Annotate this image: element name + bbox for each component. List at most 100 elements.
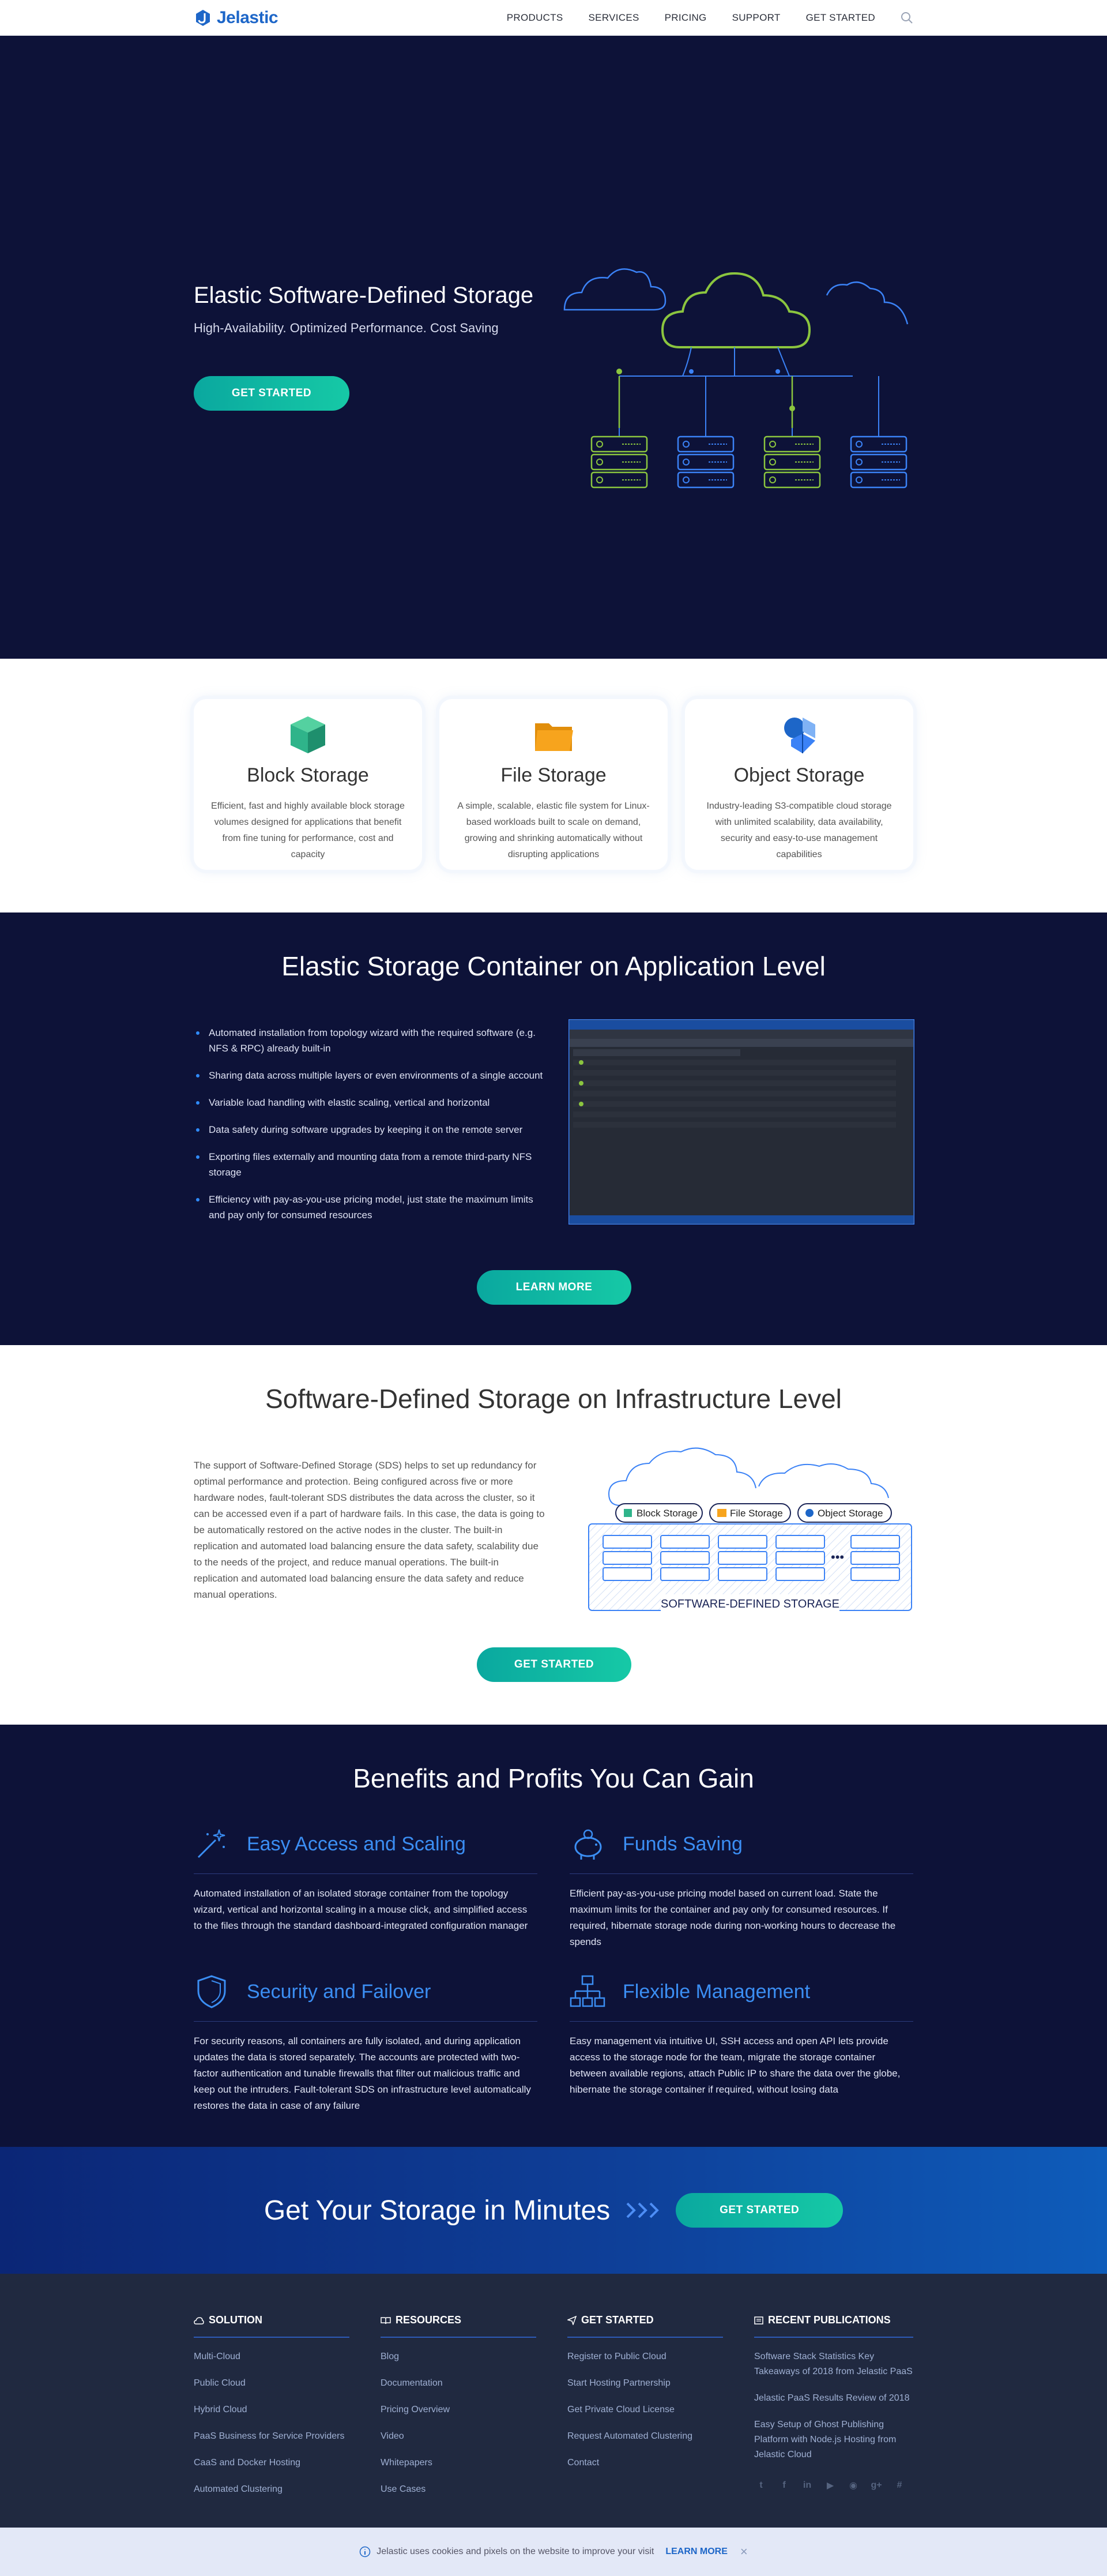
folder-icon xyxy=(535,723,573,751)
jelastic-logo[interactable]: Jelastic xyxy=(194,8,278,28)
youtube-icon[interactable]: ▶ xyxy=(823,2479,837,2492)
footer-link[interactable]: Video xyxy=(381,2429,536,2444)
footer-column-publications: RECENT PUBLICATIONS Software Stack Stati… xyxy=(754,2314,913,2492)
nav-pricing[interactable]: PRICING xyxy=(665,12,707,24)
file-storage-card[interactable]: File Storage A simple, scalable, elastic… xyxy=(439,699,668,870)
card-text: Industry-leading S3-compatible cloud sto… xyxy=(706,801,892,859)
card-text: Efficient, fast and highly available blo… xyxy=(211,801,405,859)
footer-publication-link[interactable]: Software Stack Statistics Key Takeaways … xyxy=(754,2349,913,2379)
rss-icon[interactable]: ◉ xyxy=(846,2479,860,2492)
application-level-section: Elastic Storage Container on Application… xyxy=(0,913,1107,1345)
shield-icon xyxy=(197,1975,226,2008)
dashboard-screenshot xyxy=(568,1019,914,1225)
card-title: File Storage xyxy=(500,764,607,786)
infra-description: The support of Software-Defined Storage … xyxy=(194,1460,545,1600)
benefit-text: Automated installation of an isolated st… xyxy=(194,1888,528,1931)
diagram-label: Block Storage xyxy=(637,1508,698,1519)
list-item: Variable load handling with elastic scal… xyxy=(194,1095,545,1110)
object-storage-card[interactable]: Object Storage Industry-leading S3-compa… xyxy=(685,699,913,870)
footer-link[interactable]: Blog xyxy=(381,2349,536,2364)
search-icon[interactable] xyxy=(901,12,913,24)
logo-text: Jelastic xyxy=(217,8,278,27)
cta-get-started-button[interactable]: GET STARTED xyxy=(676,2193,844,2228)
nav-get-started[interactable]: GET STARTED xyxy=(806,12,875,24)
benefit-management: Flexible Management Easy management via … xyxy=(570,1974,913,2098)
benefit-title: Flexible Management xyxy=(623,1980,811,2003)
footer-link[interactable]: Hybrid Cloud xyxy=(194,2402,349,2417)
footer-heading: GET STARTED xyxy=(581,2314,654,2326)
footer-link[interactable]: Documentation xyxy=(381,2376,536,2391)
cta-title: Get Your Storage in Minutes xyxy=(263,2195,611,2226)
infrastructure-level-section: Software-Defined Storage on Infrastructu… xyxy=(0,1345,1107,1725)
benefit-funds-saving: Funds Saving Efficient pay-as-you-use pr… xyxy=(570,1826,913,1950)
benefit-easy-access: Easy Access and Scaling Automated instal… xyxy=(194,1826,537,1934)
section-title: Elastic Storage Container on Application… xyxy=(281,951,826,981)
slack-icon[interactable]: # xyxy=(893,2479,906,2492)
cookie-learn-more-link[interactable]: LEARN MORE xyxy=(665,2547,728,2557)
footer-publication-link[interactable]: Jelastic PaaS Results Review of 2018 xyxy=(754,2391,913,2406)
benefits-section: Benefits and Profits You Can Gain Easy A… xyxy=(0,1725,1107,2147)
info-icon xyxy=(359,2546,371,2558)
footer-link[interactable]: Automated Clustering xyxy=(194,2482,349,2497)
footer-link[interactable]: Pricing Overview xyxy=(381,2402,536,2417)
footer-link[interactable]: Contact xyxy=(567,2455,723,2470)
hero-get-started-button[interactable]: GET STARTED xyxy=(194,376,349,411)
footer-column-get-started: GET STARTED Register to Public Cloud Sta… xyxy=(567,2314,723,2470)
sds-diagram: Block Storage File Storage Object Storag… xyxy=(588,1447,912,1612)
cookie-text: Jelastic uses cookies and pixels on the … xyxy=(376,2547,654,2556)
jelastic-logo-icon xyxy=(196,10,210,26)
benefit-title: Easy Access and Scaling xyxy=(247,1833,466,1855)
block-storage-card[interactable]: Block Storage Efficient, fast and highly… xyxy=(194,699,422,870)
diagram-label: Object Storage xyxy=(818,1508,883,1519)
nav-support[interactable]: SUPPORT xyxy=(732,12,781,24)
benefit-text: Efficient pay-as-you-use pricing model b… xyxy=(570,1888,896,1947)
list-item: Exporting files externally and mounting … xyxy=(194,1149,545,1180)
benefit-security: Security and Failover For security reaso… xyxy=(194,1974,537,2114)
nav-services[interactable]: SERVICES xyxy=(589,12,639,24)
learn-more-button[interactable]: LEARN MORE xyxy=(477,1270,631,1305)
footer-heading: RECENT PUBLICATIONS xyxy=(768,2314,891,2326)
cube-icon xyxy=(291,716,325,753)
google-plus-icon[interactable]: g+ xyxy=(869,2479,883,2492)
list-item: Efficiency with pay-as-you-use pricing m… xyxy=(194,1192,545,1223)
object-storage-label: Object Storage xyxy=(797,1503,892,1523)
diagram-caption: SOFTWARE-DEFINED STORAGE xyxy=(661,1598,839,1610)
social-links: t f in ▶ ◉ g+ # xyxy=(754,2479,913,2492)
linkedin-icon[interactable]: in xyxy=(800,2479,814,2492)
magic-wand-icon xyxy=(197,1829,225,1858)
server-stack-3 xyxy=(763,435,821,489)
hero-title: Elastic Software-Defined Storage xyxy=(194,283,534,308)
infra-get-started-button[interactable]: GET STARTED xyxy=(477,1647,631,1682)
top-navigation: Jelastic PRODUCTS SERVICES PRICING SUPPO… xyxy=(0,0,1107,36)
list-item: Data safety during software upgrades by … xyxy=(194,1122,545,1137)
facebook-icon[interactable]: f xyxy=(777,2479,791,2492)
footer-link[interactable]: Start Hosting Partnership xyxy=(567,2376,723,2391)
nav-products[interactable]: PRODUCTS xyxy=(507,12,563,24)
footer-link[interactable]: Register to Public Cloud xyxy=(567,2349,723,2364)
feature-list: Automated installation from topology wiz… xyxy=(194,1025,545,1234)
cta-banner: Get Your Storage in Minutes GET STARTED xyxy=(0,2147,1107,2274)
cloud-storage-illustration xyxy=(563,268,909,489)
footer-link[interactable]: Public Cloud xyxy=(194,2376,349,2391)
footer-link[interactable]: Multi-Cloud xyxy=(194,2349,349,2364)
shapes-icon xyxy=(784,718,815,753)
footer-link[interactable]: Whitepapers xyxy=(381,2455,536,2470)
close-icon[interactable]: × xyxy=(740,2544,748,2559)
footer-link[interactable]: Request Automated Clustering xyxy=(567,2429,723,2444)
server-stack-2 xyxy=(677,435,735,489)
card-text: A simple, scalable, elastic file system … xyxy=(457,801,650,859)
footer-link[interactable]: Get Private Cloud License xyxy=(567,2402,723,2417)
cookie-banner: Jelastic uses cookies and pixels on the … xyxy=(0,2528,1107,2576)
footer-publication-link[interactable]: Easy Setup of Ghost Publishing Platform … xyxy=(754,2417,913,2462)
footer-heading: RESOURCES xyxy=(396,2314,462,2326)
footer-link[interactable]: CaaS and Docker Hosting xyxy=(194,2455,349,2470)
footer-link[interactable]: Use Cases xyxy=(381,2482,536,2497)
block-storage-label: Block Storage xyxy=(615,1503,703,1523)
footer-link[interactable]: PaaS Business for Service Providers xyxy=(194,2429,349,2444)
footer-column-resources: RESOURCES Blog Documentation Pricing Ove… xyxy=(381,2314,536,2497)
twitter-icon[interactable]: t xyxy=(754,2479,768,2492)
svg-text:•••: ••• xyxy=(831,1550,844,1564)
newspaper-icon xyxy=(754,2316,763,2325)
footer: SOLUTION Multi-Cloud Public Cloud Hybrid… xyxy=(0,2274,1107,2528)
card-title: Object Storage xyxy=(733,764,865,786)
